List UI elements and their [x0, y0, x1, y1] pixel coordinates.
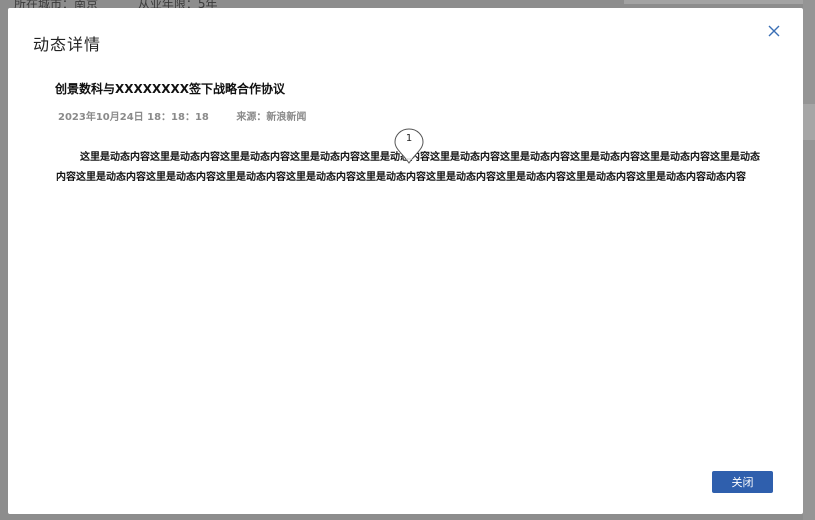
article-meta: 2023年10月24日 18：18：18 来源：新浪新闻 — [58, 108, 306, 123]
close-button[interactable]: 关闭 — [712, 471, 773, 493]
marker-number: 1 — [405, 133, 413, 144]
background-header-block — [624, 0, 815, 4]
article-date: 2023年10月24日 18：18：18 — [58, 112, 209, 123]
background-right-panel — [803, 0, 815, 520]
detail-modal: 动态详情 创景数科与XXXXXXXX签下战略合作协议 2023年10月24日 1… — [8, 8, 803, 514]
article-title: 创景数科与XXXXXXXX签下战略合作协议 — [55, 82, 286, 96]
close-icon[interactable] — [766, 23, 782, 39]
modal-title: 动态详情 — [33, 35, 102, 54]
background-right-tab — [803, 104, 815, 140]
article-source: 来源：新浪新闻 — [236, 112, 307, 123]
location-pin-icon: 1 — [394, 128, 424, 164]
